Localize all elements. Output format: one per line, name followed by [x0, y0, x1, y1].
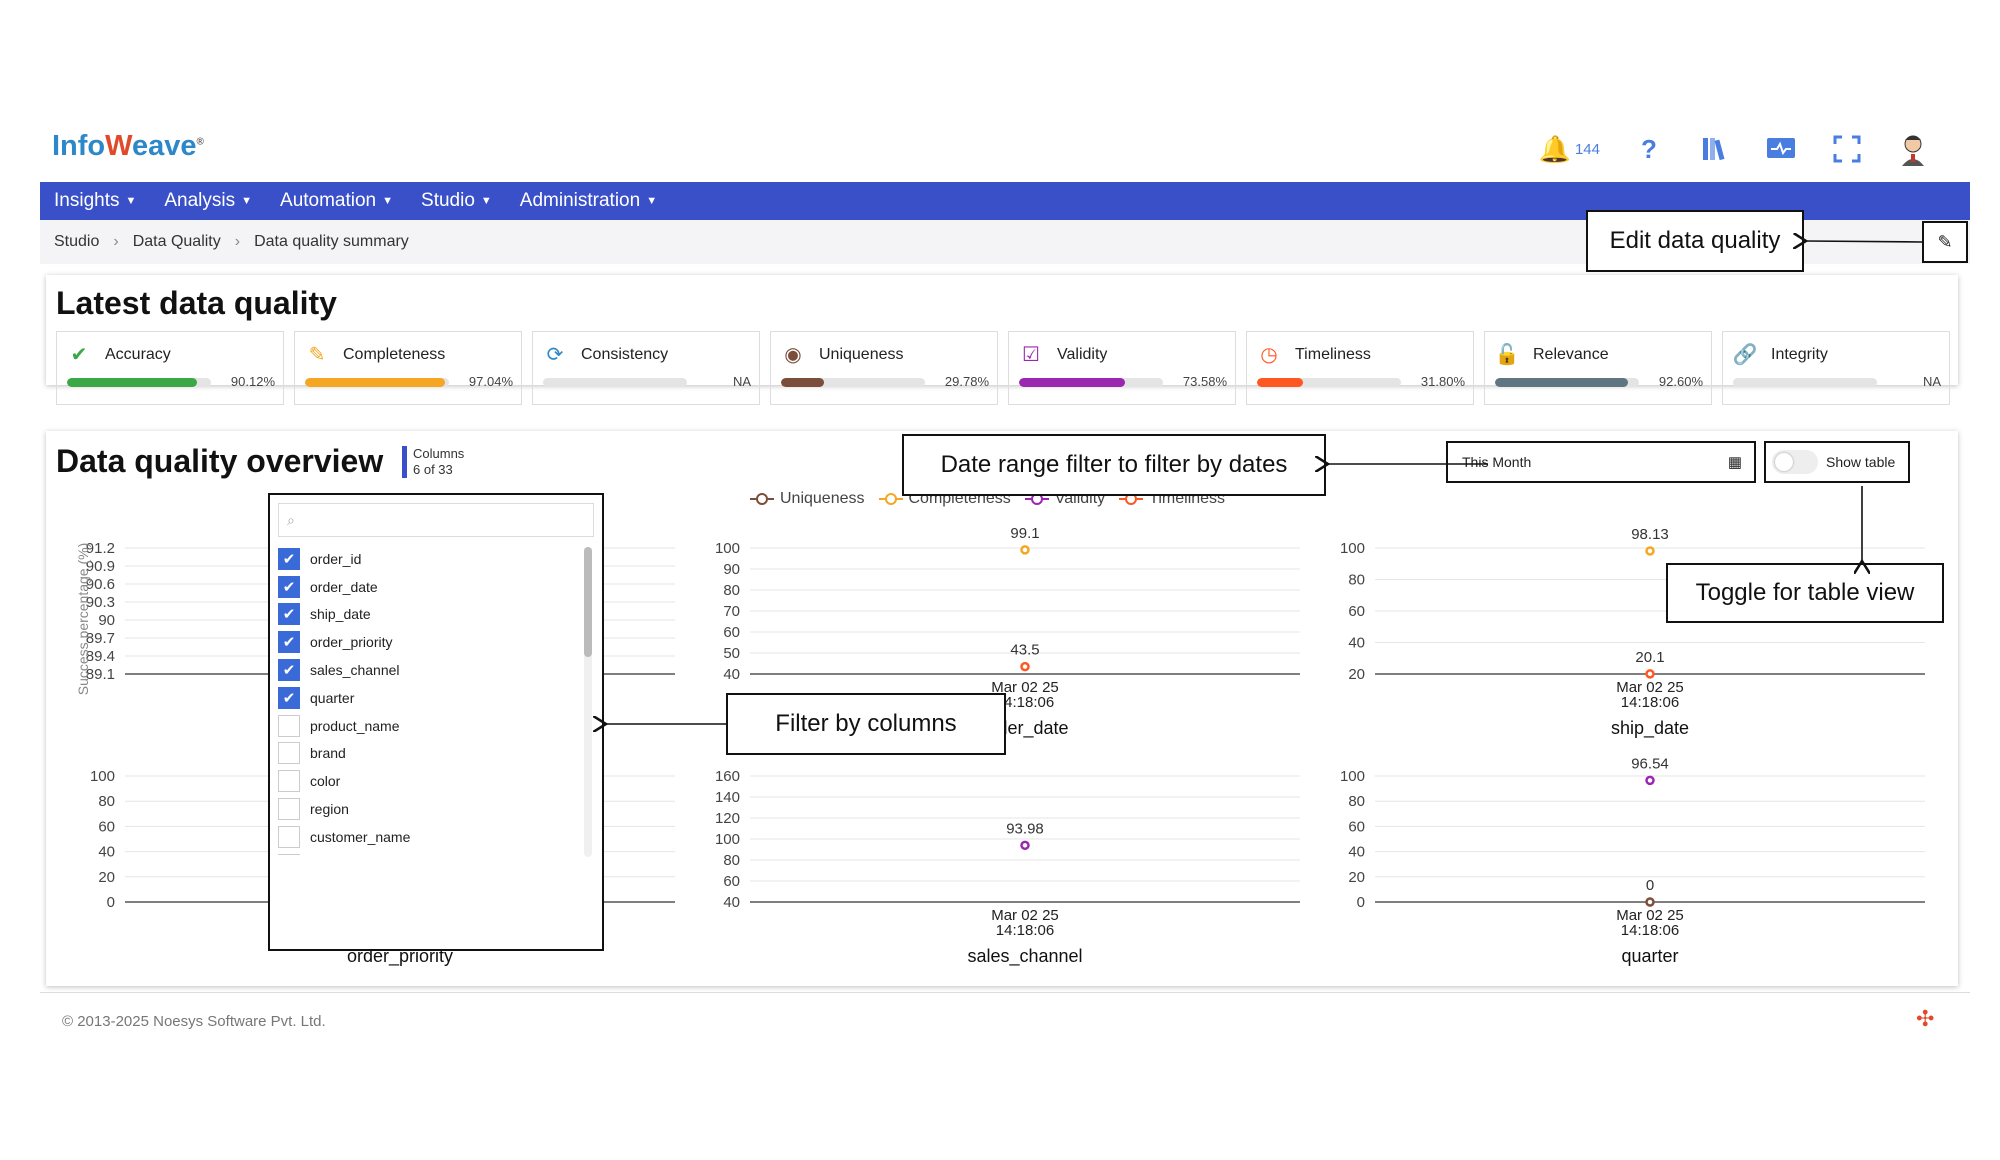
callout-arrows — [0, 0, 1923, 1160]
infoweave-mark-icon: ✣ — [1916, 1006, 1935, 1031]
arrow-edit — [1806, 241, 1923, 242]
footer-copyright: © 2013-2025 Noesys Software Pvt. Ltd. — [62, 1013, 326, 1030]
footer-divider — [40, 992, 1970, 993]
